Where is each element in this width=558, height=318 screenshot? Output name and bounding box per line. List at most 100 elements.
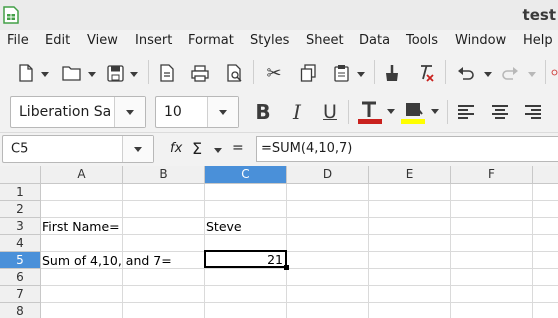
formatting-toolbar: Liberation Sa 10 B I U — [0, 92, 558, 132]
grid-line — [41, 217, 558, 218]
font-size-value: 10 — [164, 104, 182, 120]
menu-window[interactable]: Window — [455, 33, 506, 48]
row-header-3[interactable]: 3 — [0, 218, 41, 235]
grid-line — [41, 251, 558, 252]
export-pdf-icon[interactable] — [157, 63, 177, 83]
column-header-b[interactable]: B — [123, 166, 205, 184]
menu-edit[interactable]: Edit — [45, 33, 70, 48]
font-size-dropdown-button[interactable] — [207, 97, 238, 127]
redo-icon[interactable] — [500, 63, 520, 83]
formula-input[interactable]: =SUM(4,10,7) — [256, 136, 558, 162]
row-header-2[interactable]: 2 — [0, 201, 41, 218]
toolbar-separator — [374, 60, 375, 84]
font-name-dropdown-button[interactable] — [114, 97, 145, 127]
find-replace-icon[interactable] — [551, 63, 558, 83]
align-left-icon[interactable] — [456, 102, 476, 122]
font-color-dropdown-arrow[interactable] — [387, 109, 395, 114]
underline-icon[interactable]: U — [320, 100, 340, 124]
calc-app-icon — [3, 6, 19, 24]
cell-a5[interactable]: Sum of 4,10, and 7= — [42, 253, 172, 268]
grid-line — [450, 184, 451, 318]
row-header-7[interactable]: 7 — [0, 286, 41, 303]
cell-c5-value: 21 — [267, 252, 283, 267]
grid-line — [41, 234, 558, 235]
row-header-4[interactable]: 4 — [0, 235, 41, 252]
menu-insert[interactable]: Insert — [135, 33, 172, 48]
align-center-icon[interactable] — [490, 102, 510, 122]
row-header-8[interactable]: 8 — [0, 303, 41, 318]
toolbar-separator — [447, 100, 448, 124]
undo-dropdown-arrow[interactable] — [484, 72, 492, 77]
highlight-color-icon[interactable] — [400, 100, 426, 126]
name-box-dropdown-button[interactable] — [122, 136, 153, 162]
cut-icon[interactable]: ✂ — [264, 63, 284, 84]
cell-c5-selected[interactable]: 21 — [204, 250, 287, 268]
menu-data[interactable]: Data — [359, 33, 390, 48]
menu-view[interactable]: View — [87, 33, 118, 48]
sum-icon[interactable]: Σ — [192, 139, 202, 158]
font-size-combo[interactable]: 10 — [155, 96, 239, 128]
undo-icon[interactable] — [456, 63, 476, 83]
row-header-5[interactable]: 5 — [0, 252, 41, 269]
fill-handle[interactable] — [284, 265, 289, 270]
grid-line — [368, 184, 369, 318]
cell-a3[interactable]: First Name= — [42, 219, 120, 234]
open-dropdown-arrow[interactable] — [88, 72, 96, 77]
font-name-combo[interactable]: Liberation Sa — [10, 96, 146, 128]
spreadsheet-grid: A B C D E F 1 2 3 4 5 6 7 8 First Name= … — [0, 166, 558, 318]
column-header-a[interactable]: A — [41, 166, 123, 184]
menu-styles[interactable]: Styles — [250, 33, 289, 48]
save-icon[interactable] — [105, 63, 125, 83]
toolbar-separator — [253, 60, 254, 84]
italic-icon[interactable]: I — [287, 100, 307, 124]
print-preview-icon[interactable] — [224, 63, 244, 83]
grid-line — [41, 268, 558, 269]
grid-line — [41, 302, 558, 303]
highlight-dropdown-arrow[interactable] — [431, 109, 439, 114]
copy-icon[interactable] — [298, 63, 318, 83]
column-header-g-partial[interactable] — [533, 166, 558, 184]
toolbar-separator — [348, 100, 349, 124]
cell-c3[interactable]: Steve — [206, 219, 242, 234]
column-header-d[interactable]: D — [287, 166, 369, 184]
menu-sheet[interactable]: Sheet — [306, 33, 344, 48]
formula-text: =SUM(4,10,7) — [261, 141, 353, 156]
grid-line — [41, 285, 558, 286]
select-all-corner[interactable] — [0, 166, 41, 184]
title-bar: test — [0, 0, 558, 30]
window-title: test — [522, 6, 556, 24]
font-name-value: Liberation Sa — [19, 104, 111, 120]
clone-formatting-icon[interactable] — [382, 63, 402, 83]
menu-help[interactable]: Help — [523, 33, 553, 48]
menu-file[interactable]: File — [7, 33, 29, 48]
name-box-value: C5 — [11, 141, 29, 157]
column-header-c[interactable]: C — [205, 166, 287, 184]
new-document-icon[interactable] — [16, 63, 36, 83]
paste-icon[interactable] — [331, 63, 351, 83]
column-header-f[interactable]: F — [451, 166, 533, 184]
save-dropdown-arrow[interactable] — [130, 72, 138, 77]
function-wizard-icon[interactable]: fx — [170, 141, 182, 156]
sum-dropdown-arrow[interactable] — [214, 148, 222, 153]
menu-bar: File Edit View Insert Format Styles Shee… — [0, 30, 558, 52]
grid-line — [532, 184, 533, 318]
font-color-icon[interactable] — [357, 100, 383, 126]
name-box[interactable]: C5 — [2, 135, 154, 163]
print-icon[interactable] — [190, 63, 210, 83]
grid-line — [122, 184, 123, 318]
clear-formatting-icon[interactable] — [416, 63, 436, 83]
open-folder-icon[interactable] — [61, 63, 83, 83]
row-header-1[interactable]: 1 — [0, 184, 41, 201]
paste-dropdown-arrow[interactable] — [357, 72, 365, 77]
column-header-e[interactable]: E — [369, 166, 451, 184]
row-header-6[interactable]: 6 — [0, 269, 41, 286]
toolbar-separator — [545, 60, 546, 84]
toolbar-separator — [445, 60, 446, 84]
redo-dropdown-arrow[interactable] — [528, 72, 536, 77]
new-dropdown-arrow[interactable] — [41, 72, 49, 77]
align-right-icon[interactable] — [523, 102, 543, 122]
menu-tools[interactable]: Tools — [406, 33, 438, 48]
formula-icon[interactable]: = — [232, 140, 244, 156]
menu-format[interactable]: Format — [188, 33, 234, 48]
bold-icon[interactable]: B — [253, 100, 273, 124]
